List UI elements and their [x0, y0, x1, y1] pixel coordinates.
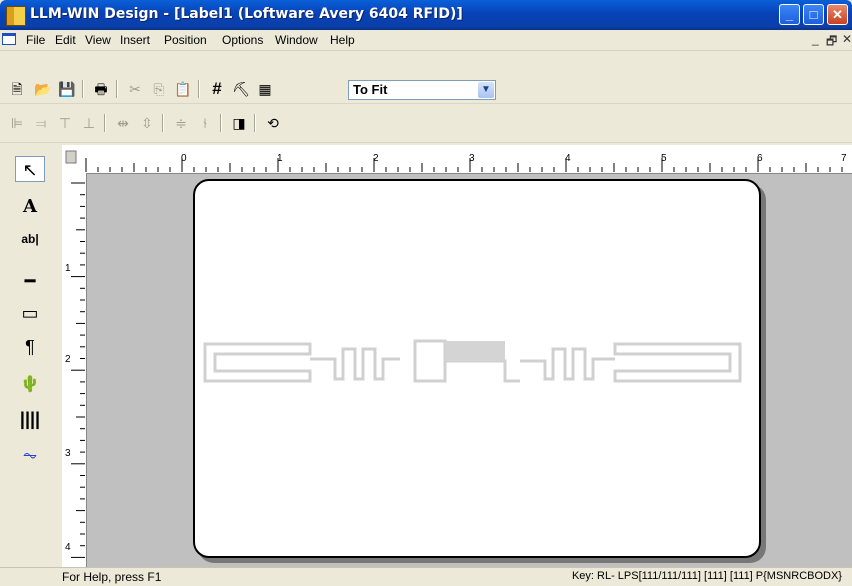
box-tool-icon[interactable]: ▭	[15, 300, 45, 326]
align-top-icon[interactable]: ⊤	[56, 114, 74, 132]
align-bottom-icon[interactable]: ⊥	[80, 114, 98, 132]
vertical-ruler-ticks	[71, 182, 85, 558]
minimize-button[interactable]: _	[779, 4, 800, 25]
toolbar-separator	[254, 114, 256, 132]
app-icon[interactable]	[6, 6, 26, 26]
print-icon[interactable]: 🖶	[92, 80, 110, 98]
space-horizontal-icon[interactable]: ⇹	[114, 114, 132, 132]
window-title: LLM-WIN Design - [Label1 (Loftware Avery…	[30, 6, 463, 22]
toolbar-separator	[220, 114, 222, 132]
toolbar-separator	[104, 114, 106, 132]
status-key-text: Key: RL- LPS[111/111/111] [111] [111] P{…	[571, 570, 842, 582]
barcode-tool-icon[interactable]: ||||	[15, 406, 45, 432]
ruler-label: 6	[757, 153, 763, 164]
image-tool-icon[interactable]: 🌵	[15, 372, 45, 398]
align-right-icon[interactable]: ⫤	[32, 114, 50, 132]
menu-edit[interactable]: Edit	[55, 33, 76, 47]
mdi-restore-button[interactable]: 🗗	[826, 32, 837, 53]
center-horizontal-icon[interactable]: ≑	[172, 114, 190, 132]
status-help-text: For Help, press F1	[62, 570, 162, 584]
properties-icon[interactable]: ⛏	[232, 80, 250, 98]
tool-palette: ↖ A ab| ━ ▭ ¶ 🌵 |||| ⏦	[9, 150, 54, 570]
select-tool-icon[interactable]: ↖	[15, 156, 45, 182]
toolbar-separator	[82, 80, 84, 98]
label-canvas[interactable]	[193, 179, 761, 558]
menu-options[interactable]: Options	[222, 33, 263, 47]
label-layout-icon[interactable]: ▦	[256, 80, 274, 98]
status-bar: For Help, press F1 Key: RL- LPS[111/111/…	[0, 567, 852, 586]
design-canvas-frame: 0 1 2 3 4 5 6 7 1 2 3 4	[62, 145, 852, 569]
close-button[interactable]: ✕	[827, 4, 848, 25]
open-icon[interactable]: 📂	[34, 80, 52, 98]
zoom-value: To Fit	[353, 82, 388, 97]
alignment-toolbar: ⊫ ⫤ ⊤ ⊥ ⇹ ⇳ ≑ ⫮ ◨ ⟲	[0, 104, 852, 143]
rotate-icon[interactable]: ⟲	[264, 114, 282, 132]
center-vertical-icon[interactable]: ⫮	[196, 114, 214, 132]
toolbar-separator	[162, 114, 164, 132]
ruler-label: 0	[181, 153, 187, 164]
ruler-label: 1	[65, 263, 71, 274]
bring-front-icon[interactable]: ◨	[230, 114, 248, 132]
menu-window[interactable]: Window	[275, 33, 318, 47]
ruler-label: 2	[65, 354, 71, 365]
chevron-down-icon[interactable]: ▼	[478, 82, 494, 98]
mdi-close-button[interactable]: ✕	[842, 32, 852, 46]
toolbar-separator	[198, 80, 200, 98]
menu-insert[interactable]: Insert	[120, 33, 150, 47]
menu-file[interactable]: File	[26, 33, 45, 47]
ruler-label: 3	[469, 153, 475, 164]
rfid-tool-icon[interactable]: ⏦	[15, 442, 45, 468]
align-left-icon[interactable]: ⊫	[8, 114, 26, 132]
copy-icon[interactable]: ⎘	[150, 80, 168, 98]
menu-help[interactable]: Help	[330, 33, 355, 47]
ruler-label: 4	[65, 542, 71, 553]
mdi-minimize-button[interactable]: _	[812, 32, 819, 46]
menu-view[interactable]: View	[85, 33, 111, 47]
ruler-label: 2	[373, 153, 379, 164]
document-icon[interactable]	[2, 33, 16, 45]
text-field-tool-icon[interactable]: ab|	[15, 226, 45, 252]
toolbar-separator	[116, 80, 118, 98]
zoom-select[interactable]: To Fit ▼	[348, 80, 496, 100]
ruler-label: 5	[661, 153, 667, 164]
ruler-label: 1	[277, 153, 283, 164]
menu-position[interactable]: Position	[164, 33, 207, 47]
ruler-label: 7	[841, 153, 847, 164]
save-icon[interactable]: 💾	[58, 80, 76, 98]
design-workspace[interactable]	[87, 174, 852, 569]
title-bar: LLM-WIN Design - [Label1 (Loftware Avery…	[0, 0, 852, 30]
space-vertical-icon[interactable]: ⇳	[138, 114, 156, 132]
menu-bar: File Edit View Insert Position Options W…	[0, 30, 852, 51]
line-tool-icon[interactable]: ━	[15, 268, 45, 294]
paragraph-tool-icon[interactable]: ¶	[15, 334, 45, 360]
text-tool-icon[interactable]: A	[15, 194, 45, 220]
maximize-button[interactable]: □	[803, 4, 824, 25]
vertical-ruler[interactable]: 1 2 3 4	[62, 173, 87, 569]
rfid-antenna-watermark	[203, 339, 742, 383]
ruler-label: 3	[65, 448, 71, 459]
grid-icon[interactable]: #	[208, 80, 226, 98]
new-icon[interactable]: 🗎	[8, 80, 26, 98]
ruler-label: 4	[565, 153, 571, 164]
cut-icon[interactable]: ✂	[126, 80, 144, 98]
horizontal-ruler[interactable]: 0 1 2 3 4 5 6 7	[62, 145, 852, 174]
paste-icon[interactable]: 📋	[174, 80, 192, 98]
